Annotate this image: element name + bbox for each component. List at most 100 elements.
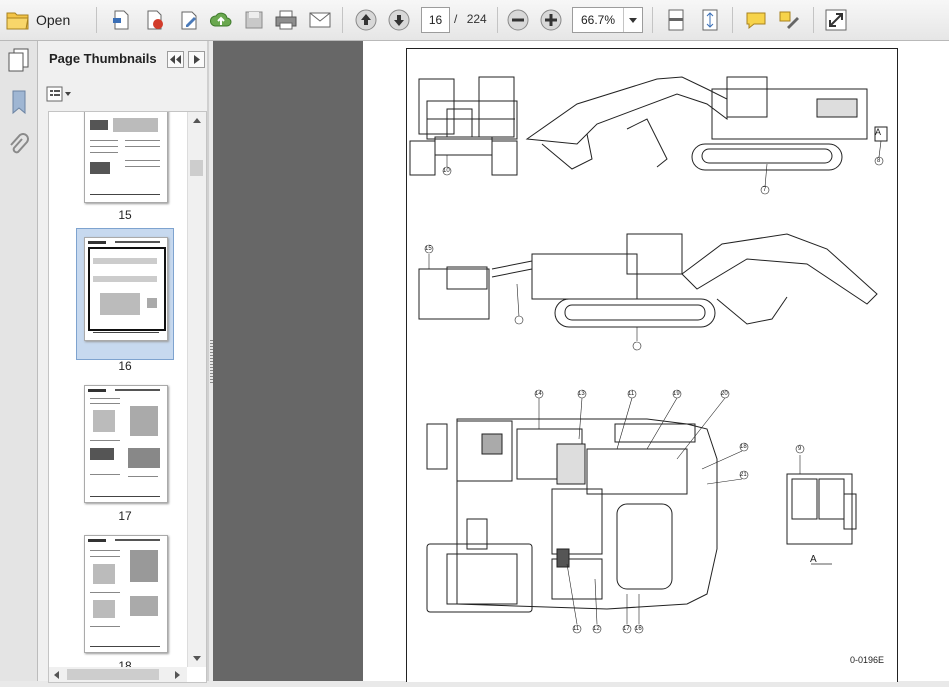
callout-12: 12 (593, 626, 600, 632)
upload-button[interactable] (208, 7, 234, 33)
zoom-value: 66.7% (581, 13, 616, 27)
callout-14: 14 (535, 391, 542, 397)
scroll-down-icon (193, 656, 201, 661)
attachments-tab[interactable] (8, 133, 30, 164)
view-label-a: A (875, 127, 882, 137)
scroll-up-icon (193, 118, 201, 123)
minus-circle-icon (507, 9, 529, 31)
document-canvas-background (213, 41, 363, 681)
bookmark-icon (12, 90, 26, 115)
printer-icon (275, 10, 297, 30)
toolbar-separator (342, 7, 343, 33)
pages-icon (8, 48, 29, 72)
export-pdf-icon (147, 10, 163, 30)
double-chevron-left-icon (170, 55, 181, 64)
cloud-upload-icon (209, 12, 232, 27)
arrow-up-circle-icon (355, 9, 377, 31)
toolbar-separator (652, 7, 653, 33)
previous-page-button[interactable] (353, 7, 379, 33)
page-thumbnails-tab[interactable] (6, 47, 32, 78)
full-screen-button[interactable] (823, 7, 849, 33)
zoom-dropdown-button[interactable] (623, 8, 642, 32)
print-button[interactable] (273, 7, 299, 33)
callout-18: 18 (740, 444, 747, 450)
options-list-icon (46, 86, 71, 102)
scroll-pages-icon (668, 9, 684, 31)
fit-page-button[interactable] (697, 7, 723, 33)
callout-8: 8 (877, 158, 881, 164)
view-label-a-bottom: A (810, 554, 817, 565)
callout-10: 10 (443, 168, 450, 174)
panel-title: Page Thumbnails (49, 51, 157, 66)
arrow-down-circle-icon (388, 9, 410, 31)
zoom-in-button[interactable] (538, 7, 564, 33)
chevron-right-icon (193, 55, 200, 64)
callout-21: 21 (740, 472, 747, 478)
callout-15: 15 (425, 246, 432, 252)
scroll-right-icon (175, 671, 180, 679)
thumbnail-label: 16 (118, 359, 132, 373)
save-icon (245, 11, 263, 29)
callout-16: 16 (635, 626, 642, 632)
create-pdf-button[interactable] (108, 7, 134, 33)
envelope-icon (309, 12, 331, 28)
thumbnail-page-16[interactable] (84, 237, 168, 341)
horizontal-scroll-thumb[interactable] (67, 669, 159, 680)
callout-17: 17 (623, 626, 630, 632)
folder-icon (6, 12, 29, 30)
chevron-down-icon (629, 17, 637, 23)
highlighter-icon (779, 11, 799, 29)
panel-splitter[interactable] (207, 41, 209, 681)
callout-labels: 10 7 8 15 9 14 13 11 19 20 18 21 11 12 1… (407, 49, 897, 682)
expand-arrows-icon (825, 9, 847, 31)
open-label: Open (36, 12, 71, 28)
thumbnail-label: 15 (118, 208, 132, 222)
callout-11b: 11 (573, 626, 580, 632)
bookmarks-tab[interactable] (9, 89, 29, 120)
document-page: 10 7 8 15 9 14 13 11 19 20 18 21 11 12 1… (406, 48, 898, 682)
next-page-button[interactable] (386, 7, 412, 33)
thumbnail-horizontal-scrollbar[interactable] (49, 667, 187, 682)
collapse-panel-button[interactable] (167, 51, 184, 68)
toolbar-separator (96, 7, 97, 33)
scrolling-mode-button[interactable] (663, 7, 689, 33)
thumbnail-vertical-scrollbar[interactable] (187, 112, 206, 667)
thumbnail-panel: Page Thumbnails 15 16 17 18 (38, 41, 207, 683)
thumbnail-label: 17 (118, 509, 132, 523)
highlight-button[interactable] (776, 7, 802, 33)
callout-19: 19 (673, 391, 680, 397)
thumbnail-options-button[interactable] (46, 84, 74, 104)
callout-7: 7 (763, 187, 767, 193)
save-button[interactable] (241, 7, 267, 33)
expand-panel-button[interactable] (188, 51, 205, 68)
thumbnail-page-15[interactable] (84, 112, 168, 203)
zoom-level-select[interactable]: 66.7% (572, 7, 643, 33)
zoom-out-button[interactable] (505, 7, 531, 33)
thumbnail-page-18[interactable] (84, 535, 168, 653)
figure-code: 0-0196E (850, 655, 885, 665)
comment-button[interactable] (743, 7, 769, 33)
open-button[interactable]: Open (6, 6, 70, 34)
toolbar-separator (497, 7, 498, 33)
page-separator: / (454, 12, 458, 26)
plus-circle-icon (540, 9, 562, 31)
thumbnail-list[interactable]: 15 16 17 18 (48, 111, 207, 683)
export-pdf-button[interactable] (141, 7, 167, 33)
page-count: 224 (466, 12, 487, 26)
vertical-scroll-thumb[interactable] (190, 160, 203, 176)
callout-20: 20 (721, 391, 728, 397)
scroll-left-icon (54, 671, 59, 679)
edit-document-icon (181, 11, 197, 30)
speech-bubble-icon (746, 12, 766, 30)
page-total: / 224 (454, 12, 487, 26)
main-toolbar: Open 16 / 224 66.7% (0, 0, 949, 41)
paperclip-icon (10, 133, 29, 154)
email-button[interactable] (307, 7, 333, 33)
toolbar-separator (732, 7, 733, 33)
edit-pdf-button[interactable] (176, 7, 202, 33)
toolbar-separator (813, 7, 814, 33)
thumbnail-page-17[interactable] (84, 385, 168, 503)
page-number-input[interactable]: 16 (421, 7, 450, 33)
callout-9: 9 (798, 446, 802, 452)
callout-11: 11 (628, 391, 635, 397)
